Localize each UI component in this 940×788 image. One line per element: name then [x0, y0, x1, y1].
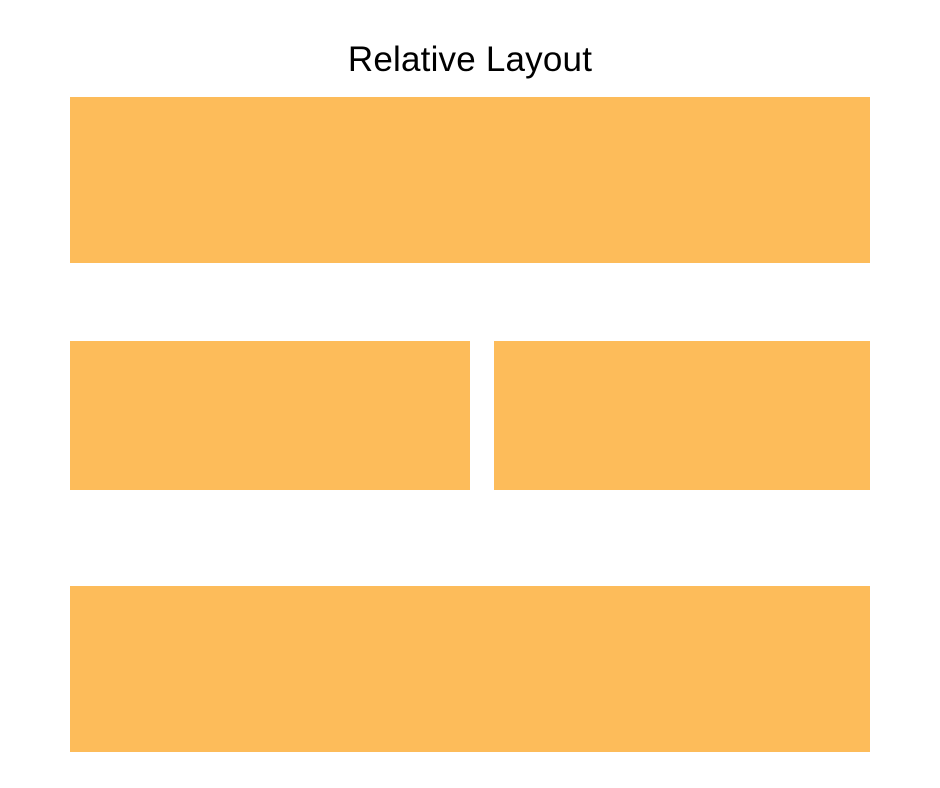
layout-block-middle-left — [70, 341, 470, 490]
layout-block-bottom — [70, 586, 870, 752]
diagram-title: Relative Layout — [347, 40, 593, 79]
layout-block-middle-right — [494, 341, 870, 490]
layout-block-top — [70, 97, 870, 263]
